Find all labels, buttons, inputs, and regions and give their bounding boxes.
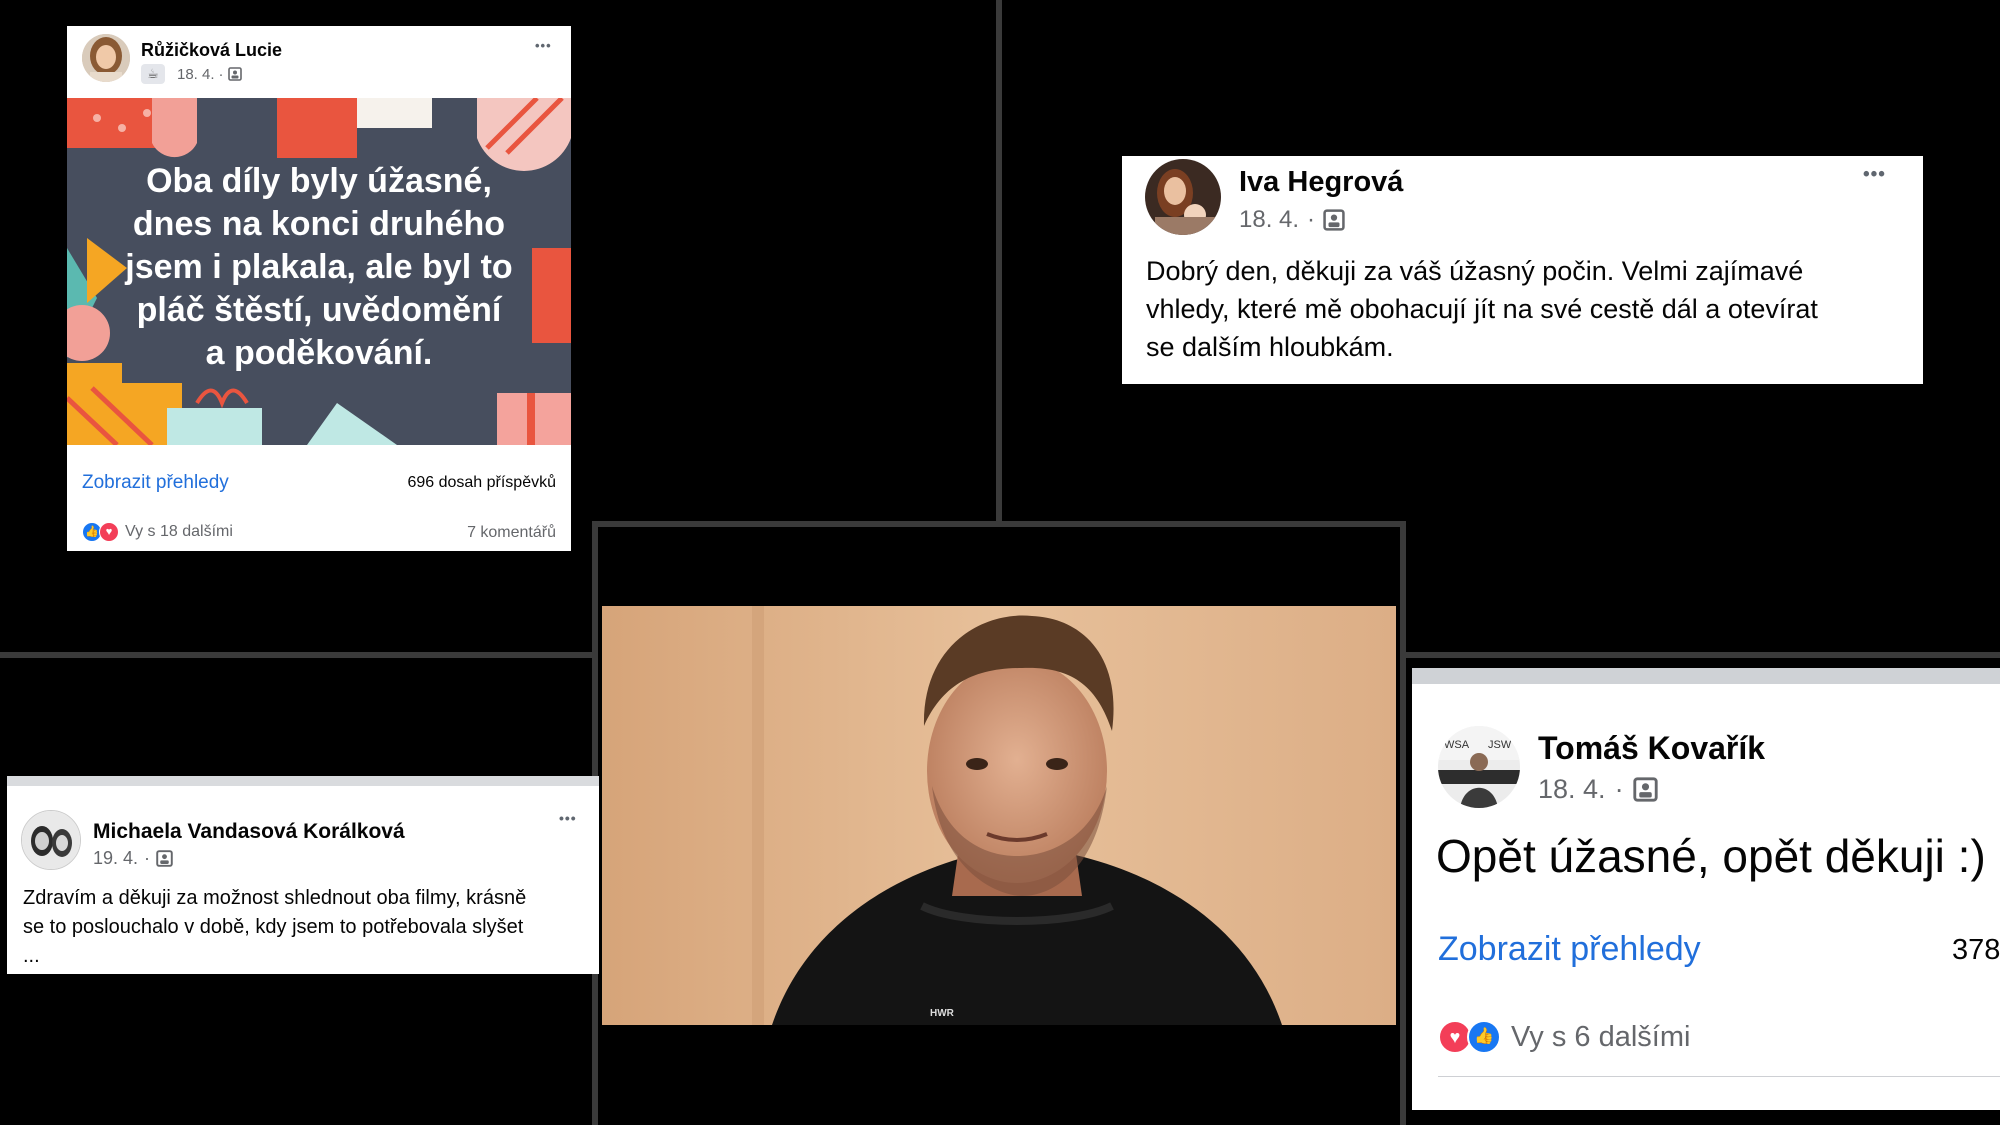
post-reach: 378 bbox=[1952, 934, 2000, 966]
svg-text:JSW: JSW bbox=[1488, 739, 1512, 751]
avatar-photo-icon: WSA JSW bbox=[1438, 726, 1520, 808]
post-text: Zdravím a děkuji za možnost shlednout ob… bbox=[23, 887, 527, 967]
svg-text:WSA: WSA bbox=[1444, 739, 1470, 751]
post-date[interactable]: 18. 4. bbox=[1239, 206, 1299, 234]
more-options-icon[interactable]: ••• bbox=[1863, 164, 1886, 186]
panel-divider-horizontal-left bbox=[0, 652, 594, 658]
separator-dot: · bbox=[1307, 206, 1316, 233]
hoodie-logo: HWR bbox=[930, 1008, 954, 1019]
avatar[interactable] bbox=[1145, 159, 1221, 235]
author-name[interactable]: Růžičková Lucie bbox=[141, 40, 282, 61]
view-insights-link[interactable]: Zobrazit přehledy bbox=[1438, 930, 1701, 969]
avatar-photo-icon bbox=[82, 34, 130, 82]
video-frame-top bbox=[592, 521, 1406, 527]
avatar[interactable] bbox=[21, 810, 81, 870]
image-quote-text: Oba díly byly úžasné, dnes na konci druh… bbox=[125, 162, 513, 372]
post-meta: 19. 4. · bbox=[93, 848, 173, 869]
love-reaction-icon: ♥ bbox=[99, 522, 119, 542]
post-meta: 18. 4. · bbox=[1538, 774, 1658, 805]
reactions-count: Vy s 18 dalšími bbox=[125, 523, 233, 540]
avatar-photo-icon bbox=[22, 811, 80, 869]
reactions-count: Vy s 6 dalšími bbox=[1511, 1020, 1691, 1053]
author-name[interactable]: Tomáš Kovařík bbox=[1538, 730, 1765, 767]
post-card-kovarik: WSA JSW Tomáš Kovařík 18. 4. · Opět úžas… bbox=[1412, 668, 2000, 1110]
separator-dot: · bbox=[1614, 774, 1624, 804]
post-reach: 696 dosah příspěvků bbox=[407, 474, 556, 491]
separator-dot: · bbox=[218, 65, 224, 83]
audience-icon[interactable] bbox=[156, 850, 173, 867]
video-frame-right bbox=[1400, 521, 1406, 1125]
author-name[interactable]: Iva Hegrová bbox=[1239, 166, 1403, 199]
audience-icon[interactable] bbox=[1323, 209, 1345, 231]
post-image[interactable]: Oba díly byly úžasné, dnes na konci druh… bbox=[67, 98, 571, 445]
like-reaction-icon: 👍 bbox=[1467, 1020, 1501, 1054]
reactions-divider bbox=[1438, 1076, 2000, 1077]
post-text: Dobrý den, děkuji za váš úžasný počin. V… bbox=[1146, 256, 1818, 362]
audience-icon[interactable] bbox=[227, 67, 242, 81]
post-meta: ☕ 18. 4. · bbox=[141, 64, 242, 84]
post-text: Opět úžasné, opět děkuji :) bbox=[1436, 830, 1986, 882]
post-meta: 18. 4. · bbox=[1239, 206, 1345, 234]
avatar[interactable] bbox=[82, 34, 130, 82]
post-date[interactable]: 19. 4. bbox=[93, 848, 138, 869]
post-card-ruzickova: Růžičková Lucie ☕ 18. 4. · ••• Oba díly … bbox=[67, 26, 571, 551]
post-date[interactable]: 18. 4. bbox=[1538, 774, 1606, 805]
coffee-icon: ☕ bbox=[141, 64, 165, 84]
reactions-row[interactable]: ♥ 👍 Vy s 6 dalšími bbox=[1438, 1020, 1690, 1054]
avatar[interactable]: WSA JSW bbox=[1438, 726, 1520, 808]
audience-icon[interactable] bbox=[1632, 777, 1658, 802]
reactions-row[interactable]: 👍 ♥ Vy s 18 dalšími bbox=[82, 522, 233, 542]
post-card-hegrova: Iva Hegrová 18. 4. · ••• Dobrý den, děku… bbox=[1122, 156, 1923, 384]
post-date[interactable]: 18. 4. bbox=[177, 66, 215, 83]
author-name[interactable]: Michaela Vandasová Korálková bbox=[93, 820, 405, 844]
view-insights-link[interactable]: Zobrazit přehledy bbox=[82, 472, 229, 494]
comments-count[interactable]: 7 komentářů bbox=[467, 524, 556, 542]
video-player[interactable]: HWR bbox=[602, 606, 1396, 1025]
separator-dot: · bbox=[144, 848, 151, 868]
avatar-photo-icon bbox=[1145, 159, 1221, 235]
post-card-vandasova: Michaela Vandasová Korálková 19. 4. · ••… bbox=[7, 776, 599, 974]
video-frame-man-portrait bbox=[602, 606, 1396, 1025]
panel-divider-horizontal-right bbox=[1404, 652, 2000, 658]
more-options-icon[interactable]: ••• bbox=[559, 810, 577, 826]
more-options-icon[interactable]: ••• bbox=[535, 38, 552, 53]
panel-divider-vertical-top bbox=[996, 0, 1002, 522]
